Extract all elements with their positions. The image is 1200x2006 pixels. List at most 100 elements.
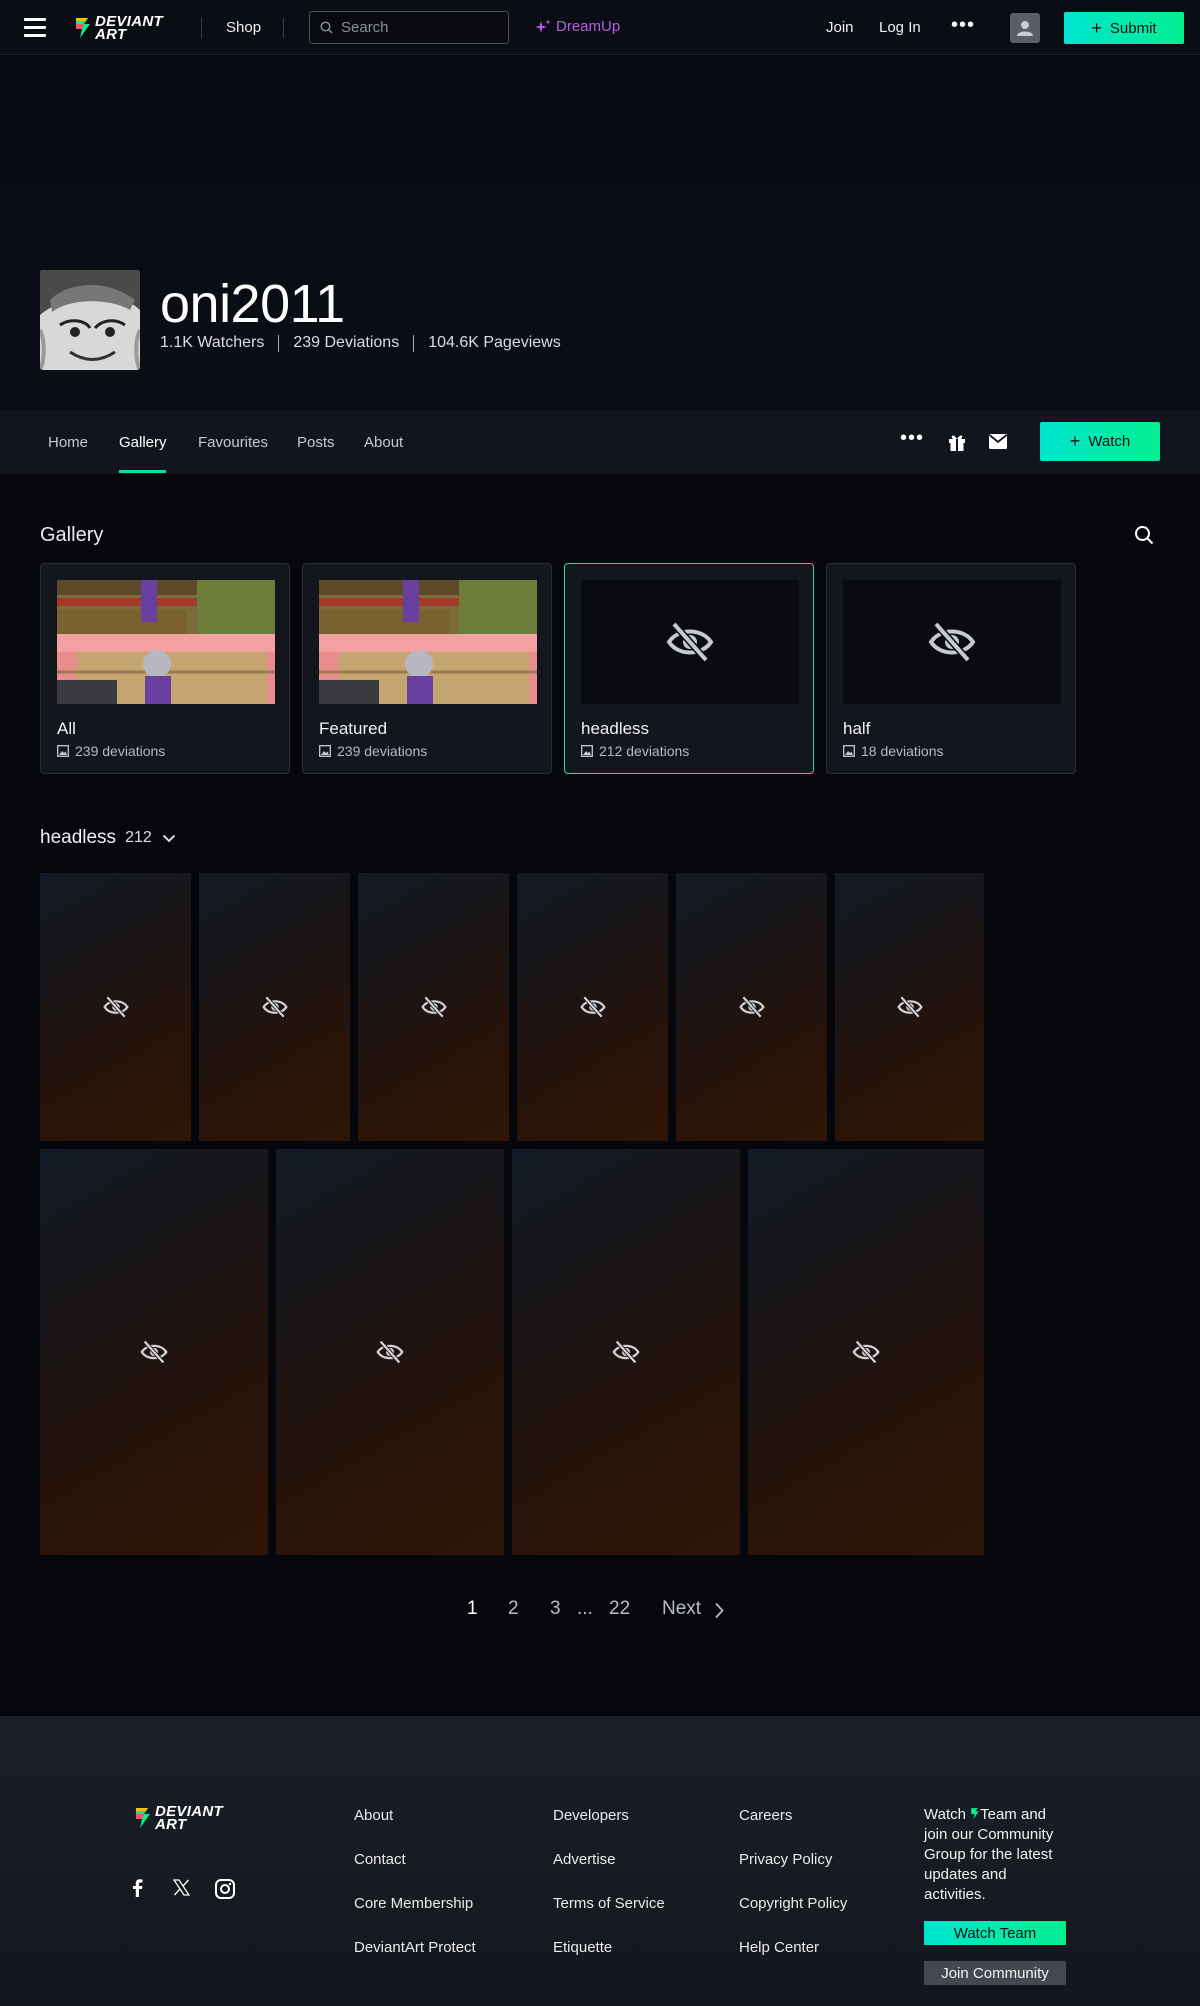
pagination: 1 2 3 ... 22 Next [0,1598,1200,1622]
hidden-eye-icon [612,1340,640,1364]
submit-button[interactable]: + Submit [1064,12,1184,44]
search-input[interactable] [341,19,501,36]
divider [283,18,284,38]
join-link[interactable]: Join [826,19,854,36]
folder-card-all[interactable]: All 239 deviations [40,563,290,774]
folder-name: headless [581,719,650,738]
footer-link-advertise[interactable]: Advertise [553,1851,616,1868]
footer-link-deviantart-protect[interactable]: DeviantArt Protect [354,1939,476,1956]
more-options-icon[interactable]: ••• [951,14,975,37]
gift-icon[interactable] [947,432,967,452]
profile-header [0,56,1200,410]
footer-logo[interactable]: DEVIANT ART [134,1804,223,1832]
footer-link-core-membership[interactable]: Core Membership [354,1895,473,1912]
deviantart-logo-icon [971,1808,979,1819]
folder-thumbnail [843,580,1061,704]
deviation-tile[interactable] [512,1149,740,1555]
page-2-link[interactable]: 2 [508,1598,519,1620]
folder-thumbnail-image [319,580,537,704]
deviantart-logo-icon [76,18,90,38]
shop-link[interactable]: Shop [226,19,261,36]
folder-name: All [57,719,76,738]
tab-posts[interactable]: Posts [297,434,335,451]
page-3-link[interactable]: 3 [550,1598,561,1620]
footer-link-help-center[interactable]: Help Center [739,1939,819,1956]
deviation-tile[interactable] [40,873,191,1141]
page-22-link[interactable]: 22 [609,1598,630,1620]
footer-link-contact[interactable]: Contact [354,1851,406,1868]
image-icon [843,745,855,757]
deviation-tile[interactable] [517,873,668,1141]
hidden-eye-icon [420,995,447,1019]
divider [278,334,280,352]
tab-about[interactable]: About [364,434,403,451]
submit-label: Submit [1109,19,1157,37]
footer-link-privacy-policy[interactable]: Privacy Policy [739,1851,832,1868]
dreamup-link[interactable]: DreamUp [535,18,620,35]
tab-home[interactable]: Home [48,434,88,451]
watch-button[interactable]: + Watch [1040,422,1160,461]
search-icon [320,21,333,34]
divider [413,334,415,352]
site-footer: DEVIANT ART About Contact Core Membershi… [0,1716,1200,2006]
folder-card-featured[interactable]: Featured 239 deviations [302,563,552,774]
deviation-tile[interactable] [676,873,827,1141]
pagination-ellipsis: ... [577,1598,593,1619]
footer-link-careers[interactable]: Careers [739,1807,792,1824]
hidden-eye-icon [579,995,606,1019]
search-icon[interactable] [1134,525,1154,545]
mail-icon[interactable] [988,433,1008,450]
divider [201,18,202,38]
watchers-count[interactable]: 1.1K Watchers [160,334,264,352]
footer-link-developers[interactable]: Developers [553,1807,629,1824]
join-community-button[interactable]: Join Community [924,1961,1066,1985]
active-tab-indicator [119,470,166,473]
watch-label: Watch [1088,433,1131,450]
footer-link-copyright-policy[interactable]: Copyright Policy [739,1895,847,1912]
next-page-link[interactable]: Next [662,1598,701,1620]
folder-card-headless[interactable]: headless 212 deviations [564,563,814,774]
deviantart-logo[interactable]: DEVIANT ART [74,14,163,42]
deviation-tile[interactable] [276,1149,504,1555]
menu-icon[interactable] [24,18,48,37]
deviation-tile[interactable] [40,1149,268,1555]
avatar-image [40,270,140,370]
folder-card-half[interactable]: half 18 deviations [826,563,1076,774]
folder-thumbnail-image [57,580,275,704]
profile-avatar[interactable] [40,270,140,370]
folder-thumbnail [581,580,799,704]
chevron-down-icon [162,834,175,842]
search-box[interactable] [309,11,509,44]
page-1-link[interactable]: 1 [467,1598,478,1620]
section-count: 212 [125,829,152,846]
folder-thumbnail [57,580,275,704]
x-icon[interactable] [173,1879,190,1896]
footer-link-etiquette[interactable]: Etiquette [553,1939,612,1956]
deviations-count[interactable]: 239 Deviations [293,334,399,352]
login-link[interactable]: Log In [879,19,921,36]
hidden-eye-icon [896,995,923,1019]
facebook-icon[interactable] [130,1879,144,1897]
folder-dropdown[interactable]: headless 212 [40,827,176,849]
folder-count: 18 deviations [861,743,944,759]
tab-favourites[interactable]: Favourites [198,434,268,451]
folder-count: 212 deviations [599,743,690,759]
hidden-eye-icon [738,995,765,1019]
deviation-tile[interactable] [199,873,350,1141]
section-name: headless [40,827,117,848]
chevron-right-icon[interactable] [714,1602,724,1619]
user-avatar-button[interactable] [1010,13,1040,43]
footer-link-about[interactable]: About [354,1807,393,1824]
user-icon [1017,21,1033,36]
footer-link-terms-of-service[interactable]: Terms of Service [553,1895,665,1912]
plus-icon: + [1069,431,1081,451]
deviation-tile[interactable] [835,873,984,1141]
deviation-tile[interactable] [358,873,509,1141]
watch-team-button[interactable]: Watch Team [924,1921,1066,1945]
community-promo-text: Watch Team and join our Community Group … [924,1805,1064,1905]
image-icon [57,745,69,757]
tab-gallery[interactable]: Gallery [119,434,167,451]
more-options-icon[interactable]: ••• [900,427,924,450]
deviation-tile[interactable] [748,1149,984,1555]
instagram-icon[interactable] [215,1879,235,1899]
